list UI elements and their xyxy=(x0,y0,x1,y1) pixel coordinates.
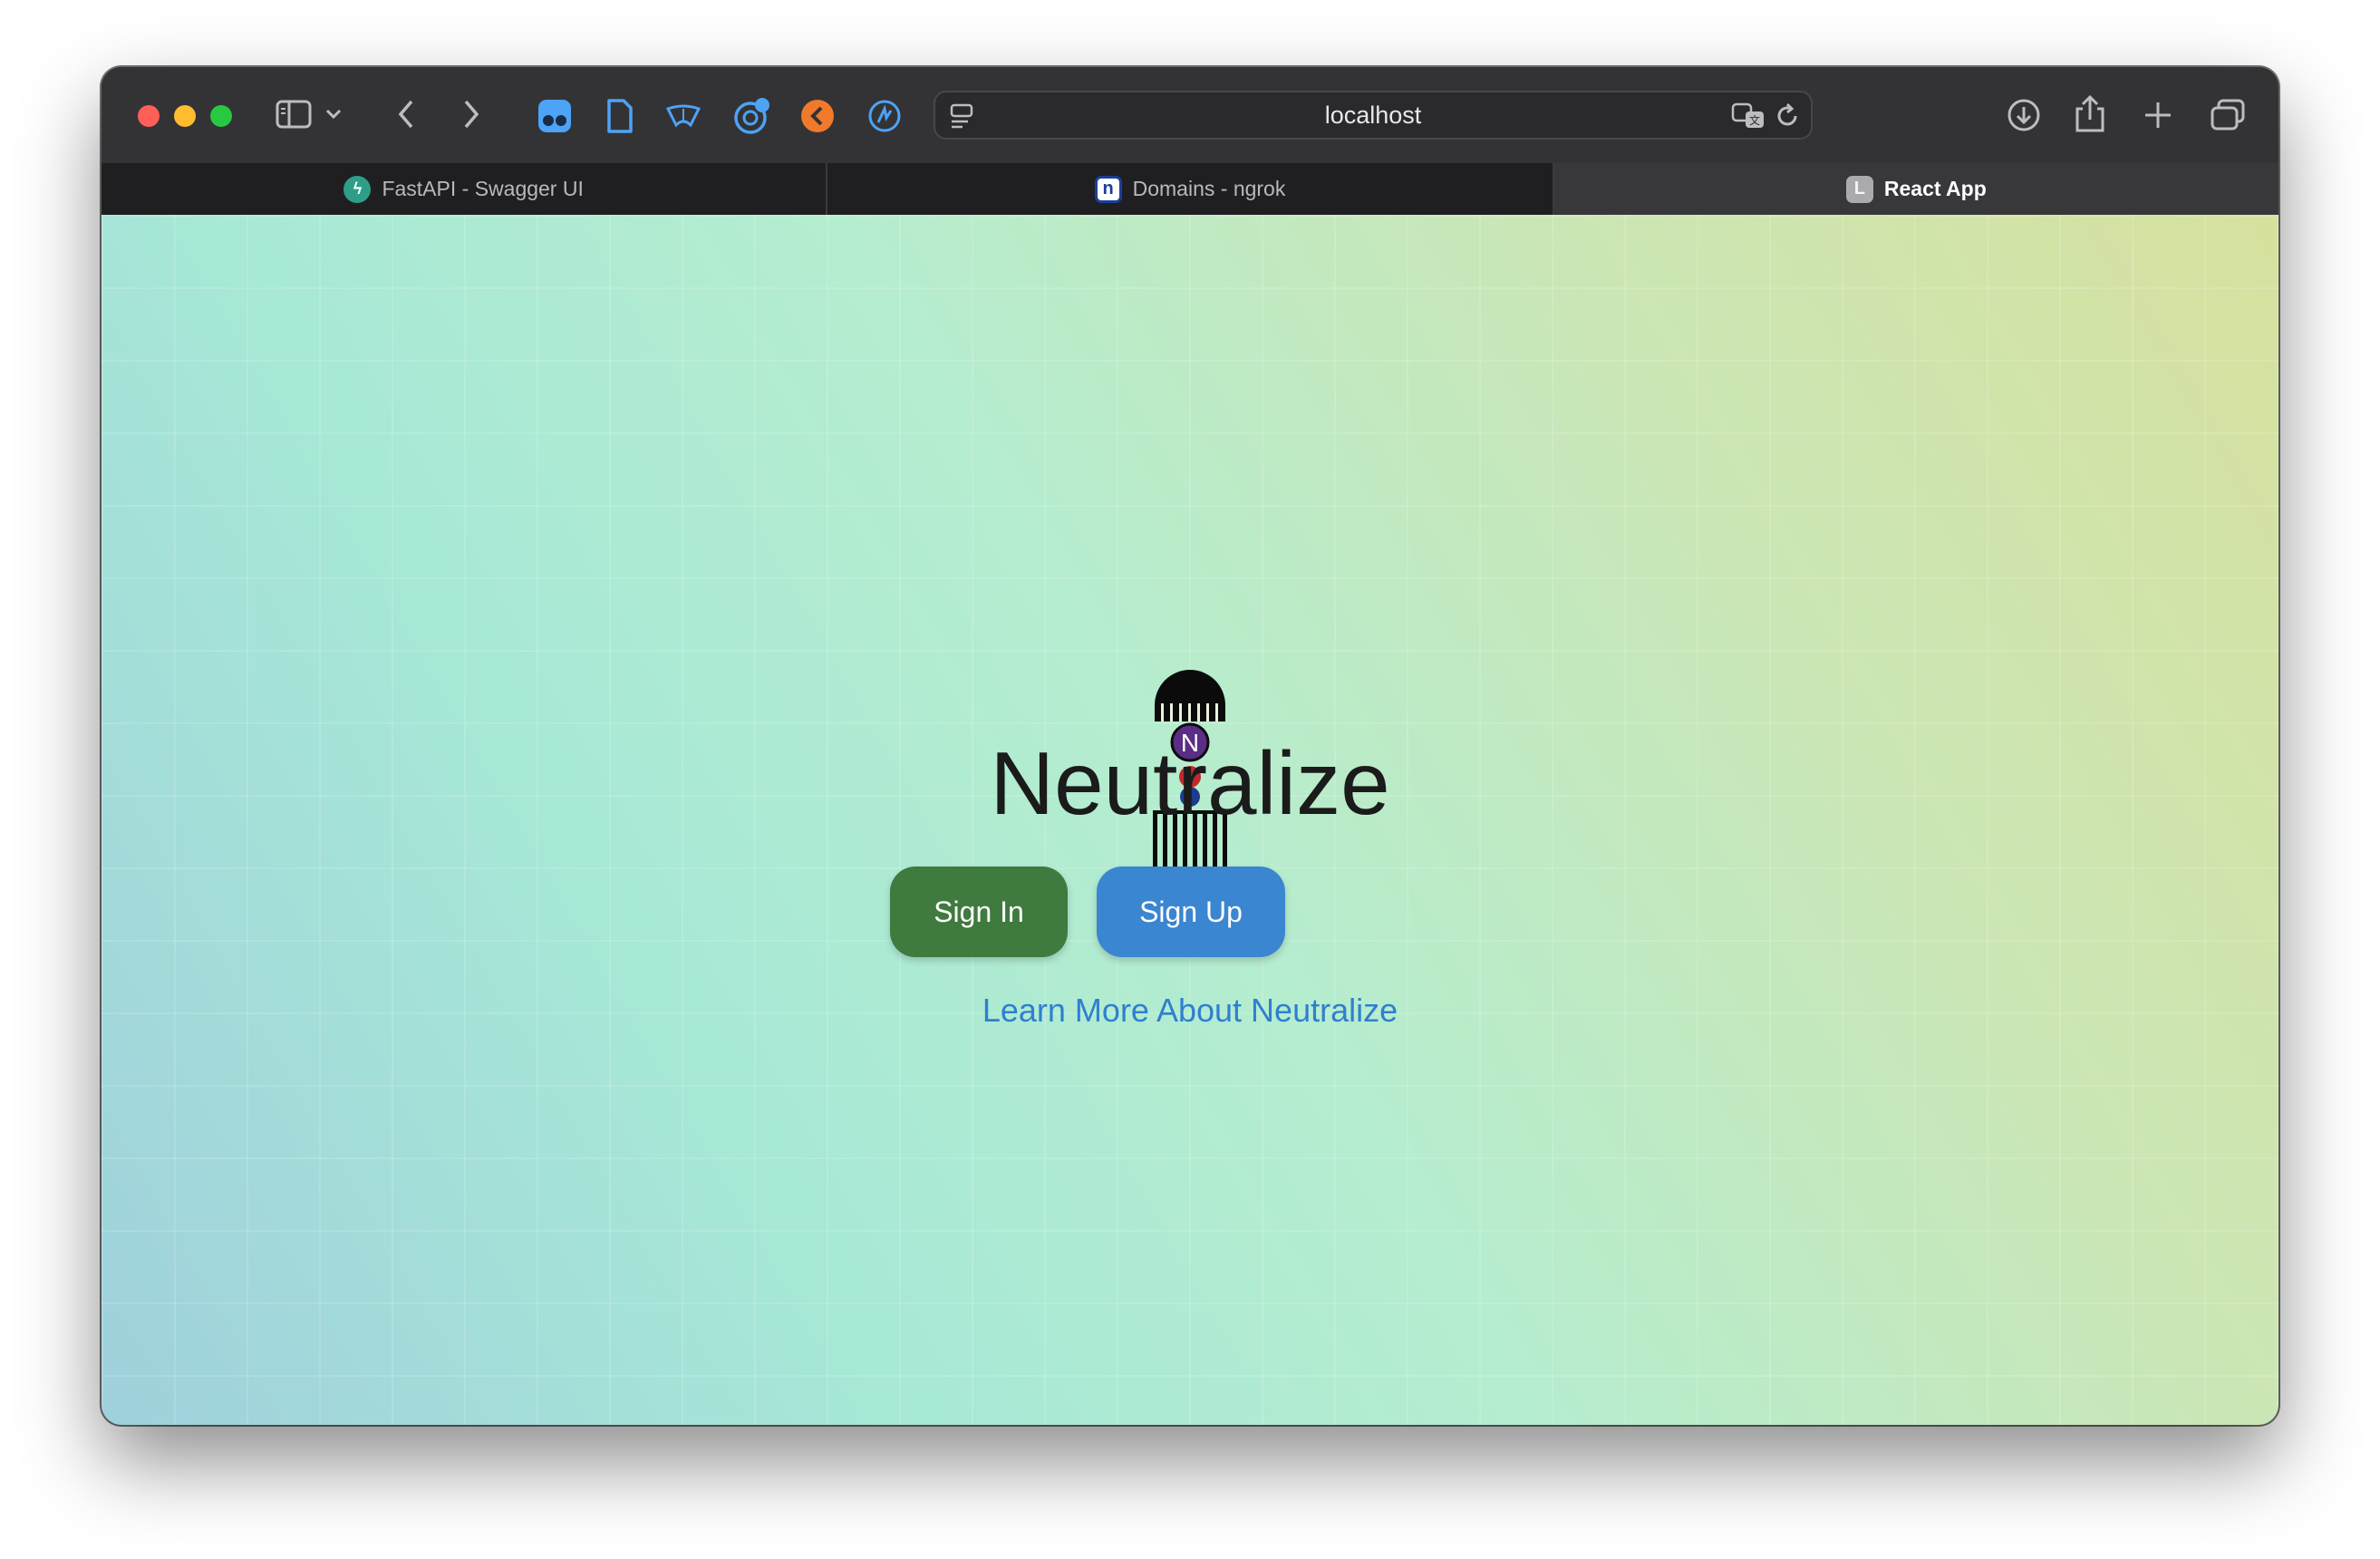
sign-in-button[interactable]: Sign In xyxy=(890,867,1068,957)
tab-label: React App xyxy=(1883,177,1987,200)
extension-wing-icon[interactable] xyxy=(665,102,701,131)
share-icon[interactable] xyxy=(2074,94,2106,134)
new-tab-icon[interactable] xyxy=(2143,100,2173,131)
page-title: Neutralize xyxy=(990,733,1390,833)
zoom-window-button[interactable] xyxy=(210,105,232,127)
tab-bar: ϟ FastAPI - Swagger UI n Domains - ngrok… xyxy=(102,163,2278,215)
tab-ngrok[interactable]: n Domains - ngrok xyxy=(827,163,1554,215)
reload-icon[interactable] xyxy=(1774,102,1801,130)
address-bar[interactable]: localhost 文 xyxy=(934,91,1813,140)
tab-overview-icon[interactable] xyxy=(2210,98,2246,132)
sidebar-toggle-icon[interactable] xyxy=(276,100,312,129)
fastapi-favicon-icon: ϟ xyxy=(343,175,372,203)
extension-document-icon[interactable] xyxy=(605,98,634,134)
extension-moon-icon[interactable] xyxy=(732,96,772,136)
close-window-button[interactable] xyxy=(138,105,160,127)
browser-toolbar: localhost 文 xyxy=(102,67,2278,163)
translate-icon[interactable]: 文 xyxy=(1731,102,1767,131)
extension-orange-icon[interactable] xyxy=(799,98,836,134)
tab-fastapi[interactable]: ϟ FastAPI - Swagger UI xyxy=(102,163,828,215)
extension-circle-icon[interactable] xyxy=(866,98,903,134)
url-text[interactable]: localhost xyxy=(935,92,1811,138)
sign-up-button[interactable]: Sign Up xyxy=(1097,867,1285,957)
minimize-window-button[interactable] xyxy=(174,105,196,127)
tab-react-app[interactable]: L React App xyxy=(1553,163,2278,215)
learn-more-link[interactable]: Learn More About Neutralize xyxy=(0,992,2380,1030)
svg-text:文: 文 xyxy=(1749,113,1760,127)
ngrok-favicon-icon: n xyxy=(1094,175,1122,203)
tab-label: Domains - ngrok xyxy=(1132,177,1286,200)
chevron-down-icon[interactable] xyxy=(324,107,343,121)
forward-icon[interactable] xyxy=(460,98,482,131)
download-icon[interactable] xyxy=(2007,98,2041,132)
back-icon[interactable] xyxy=(395,98,417,131)
extension-ghost-icon[interactable] xyxy=(537,98,573,134)
tab-label: FastAPI - Swagger UI xyxy=(382,177,584,200)
react-app-favicon-icon: L xyxy=(1845,175,1873,203)
